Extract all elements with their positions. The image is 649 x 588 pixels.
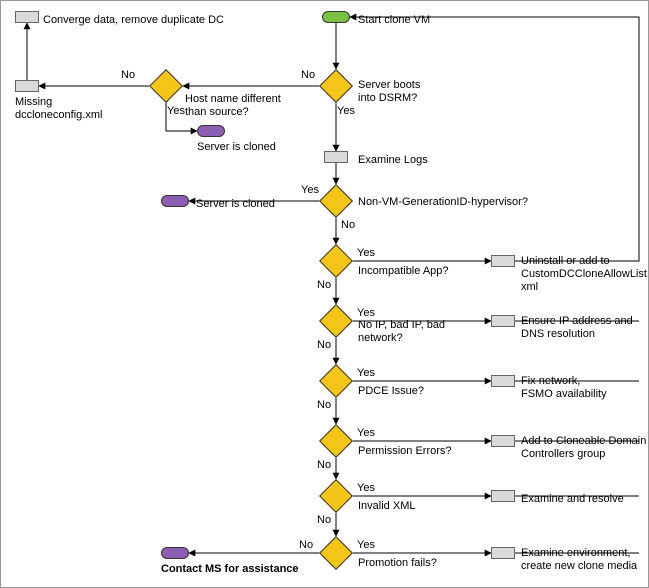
contact-label: Contact MS for assistance <box>161 563 299 576</box>
noip-no: No <box>317 339 331 352</box>
promo-no: No <box>299 539 313 552</box>
start-terminator <box>322 11 350 23</box>
dsrm-decision <box>319 69 353 103</box>
examres-process <box>491 490 515 502</box>
promo-yes: Yes <box>357 539 375 552</box>
pdce-decision-label: PDCE Issue? <box>358 385 424 398</box>
nonvm-decision <box>319 184 353 218</box>
xml-yes: Yes <box>357 482 375 495</box>
host-yes: Yes <box>167 105 185 118</box>
noip-decision <box>319 304 353 338</box>
uninstall-label: Uninstall or add to CustomDCCloneAllowLi… <box>521 255 649 295</box>
pdce-yes: Yes <box>357 367 375 380</box>
incomp-decision-label: Incompatible App? <box>358 265 449 278</box>
examenv-process <box>491 547 515 559</box>
incomp-decision <box>319 244 353 278</box>
uninstall-process <box>491 255 515 267</box>
xml-decision <box>319 479 353 513</box>
noip-yes: Yes <box>357 307 375 320</box>
cloned2-terminator <box>161 195 189 207</box>
perm-decision <box>319 424 353 458</box>
fixnet-process <box>491 375 515 387</box>
cloned1-label: Server is cloned <box>197 141 276 154</box>
perm-yes: Yes <box>357 427 375 440</box>
cloned1-terminator <box>197 125 225 137</box>
converge-process <box>15 11 39 23</box>
dsrm-no: No <box>301 69 315 82</box>
converge-label: Converge data, remove duplicate DC <box>43 14 224 27</box>
examenv-label: Examine environment, create new clone me… <box>521 547 637 573</box>
fixnet-label: Fix network, FSMO availability <box>521 375 607 401</box>
incomp-yes: Yes <box>357 247 375 260</box>
xml-no: No <box>317 514 331 527</box>
examine-process <box>324 151 348 163</box>
examres-label: Examine and resolve <box>521 493 624 506</box>
host-no: No <box>121 69 135 82</box>
missing-process <box>15 80 39 92</box>
promo-decision-label: Promotion fails? <box>358 557 437 570</box>
flowchart-canvas: Start clone VM Converge data, remove dup… <box>0 0 649 588</box>
contact-terminator <box>161 547 189 559</box>
cloned2-label: Server is cloned <box>196 198 275 211</box>
nonvm-no: No <box>341 219 355 232</box>
missing-label: Missing dccloneconfig.xml <box>15 96 102 122</box>
pdce-no: No <box>317 399 331 412</box>
nonvm-yes: Yes <box>301 184 319 197</box>
perm-no: No <box>317 459 331 472</box>
addgroup-label: Add to Cloneable Domain Controllers grou… <box>521 435 646 461</box>
host-decision-label: Host name different than source? <box>185 93 281 119</box>
addgroup-process <box>491 435 515 447</box>
incomp-no: No <box>317 279 331 292</box>
promo-decision <box>319 536 353 570</box>
dsrm-yes: Yes <box>337 105 355 118</box>
ensureip-label: Ensure IP address and DNS resolution <box>521 315 633 341</box>
pdce-decision <box>319 364 353 398</box>
noip-decision-label: No IP, bad IP, bad network? <box>358 319 445 345</box>
ensureip-process <box>491 315 515 327</box>
host-decision <box>149 69 183 103</box>
dsrm-decision-label: Server boots into DSRM? <box>358 79 420 105</box>
start-label: Start clone VM <box>358 14 430 27</box>
examine-label: Examine Logs <box>358 154 428 167</box>
nonvm-decision-label: Non-VM-GenerationID-hypervisor? <box>358 196 528 209</box>
perm-decision-label: Permission Errors? <box>358 445 452 458</box>
xml-decision-label: Invalid XML <box>358 500 415 513</box>
